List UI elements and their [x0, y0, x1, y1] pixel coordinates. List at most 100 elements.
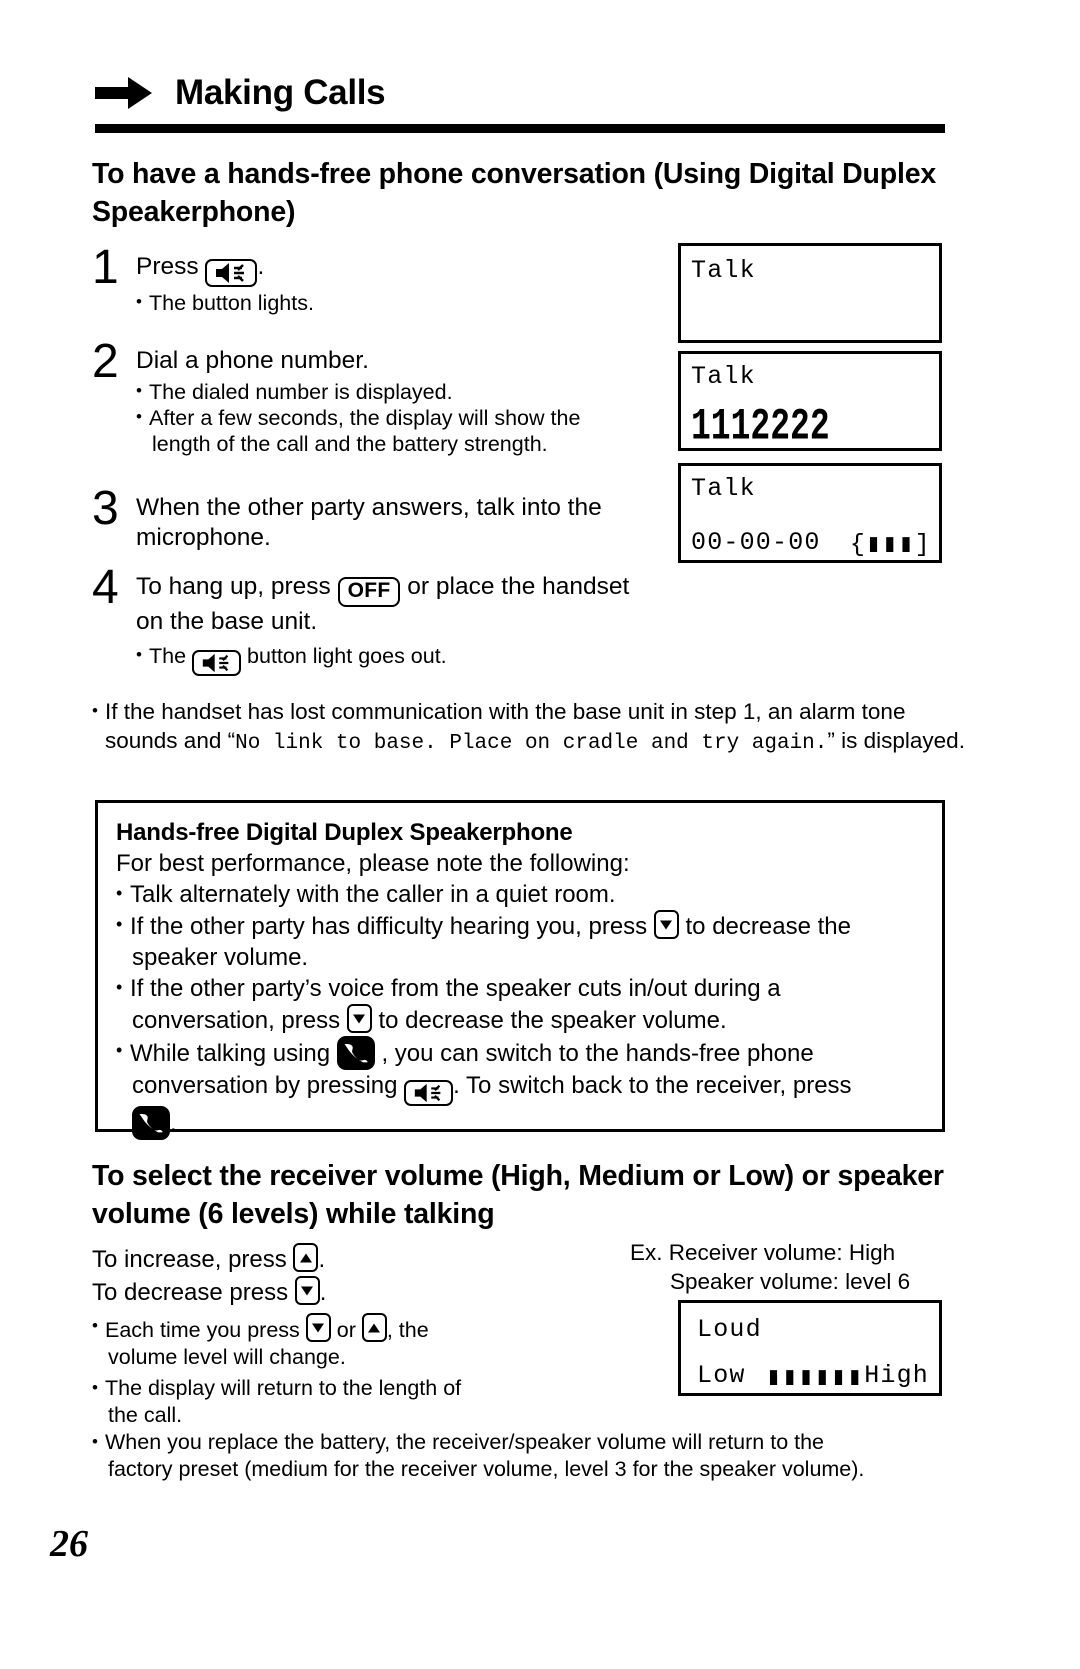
tipbox-bullet-2-cont: speaker volume.	[132, 944, 309, 971]
speakerphone-icon[interactable]	[404, 1079, 454, 1106]
speakerphone-icon[interactable]	[205, 258, 258, 287]
step-3-text-line2: microphone.	[136, 524, 271, 551]
bottom-note-1-line2: factory preset (medium for the receiver …	[108, 1457, 865, 1481]
step-4-bullet-before: The	[149, 644, 187, 668]
step-2-bullet-1: The dialed number is displayed.	[136, 378, 672, 405]
step-4-bullet-after: button light goes out.	[247, 644, 447, 668]
lcd-step3-battery-indicator: {▮▮▮]	[849, 530, 931, 559]
example-label-line1: Ex. Receiver volume: High	[630, 1240, 896, 1265]
volume-decrease-line: To decrease press .	[92, 1276, 632, 1309]
tipbox-bullet-4-line3: .	[130, 1105, 924, 1140]
down-arrow-key[interactable]	[305, 1313, 331, 1342]
step-3-text-line1: When the other party answers, talk into …	[136, 494, 602, 521]
step-1-bullet: The button lights.	[136, 289, 652, 316]
example-label: Ex. Receiver volume: High Speaker volume…	[630, 1238, 950, 1296]
step-4-text-line2: on the base unit.	[136, 608, 318, 635]
volume-instructions: To increase, press . To decrease press .…	[92, 1243, 632, 1429]
page-header: Making Calls	[95, 58, 945, 128]
tipbox-bullet-2: If the other party has difficulty hearin…	[116, 909, 924, 973]
step-1-text-after: .	[257, 253, 265, 280]
lcd-step2: Talk 1112222	[678, 351, 942, 452]
speakerphone-icon[interactable]	[192, 650, 242, 677]
lost-communication-note: If the handset has lost communication wi…	[92, 696, 965, 758]
lcd-step3: Talk 00-00-00 {▮▮▮]	[678, 463, 942, 563]
tipbox-bullet-4-line2: conversation by pressing . To switch bac…	[130, 1070, 924, 1106]
step-2-number: 2	[92, 335, 119, 388]
step-4-number: 4	[92, 561, 119, 614]
tipbox-bullet-2-after: to decrease the	[685, 913, 851, 940]
tipbox-bullet-3-cont-before: conversation, press	[132, 1007, 341, 1034]
volume-bullet-2: The display will return to the length of…	[92, 1374, 632, 1429]
talk-handset-icon[interactable]	[336, 1036, 375, 1070]
step-4-text-before: To hang up, press	[136, 573, 331, 600]
volume-decrease-after: .	[319, 1279, 327, 1306]
tipbox-bullet-4-cont2-after: .	[170, 1109, 177, 1137]
example-label-line2: Speaker volume: level 6	[670, 1269, 911, 1294]
volume-bullet-1-mid: or	[336, 1318, 356, 1342]
step-2-bullet-2: After a few seconds, the display will sh…	[136, 404, 672, 457]
volume-decrease-before: To decrease press	[92, 1279, 289, 1306]
note-part2: ” is displayed.	[827, 728, 965, 753]
page-number: 26	[50, 1523, 88, 1565]
down-arrow-key[interactable]	[294, 1276, 320, 1305]
off-button-key[interactable]: OFF	[337, 577, 401, 607]
bottom-note-1: When you replace the battery, the receiv…	[92, 1428, 952, 1483]
bottom-notes: When you replace the battery, the receiv…	[92, 1425, 952, 1483]
lcd-step3-call-timer: 00-00-00	[691, 528, 821, 557]
step-3-number: 3	[92, 482, 119, 535]
volume-bullet-2-line1: The display will return to the length of	[105, 1376, 462, 1400]
tipbox-bullet-4-before: While talking using	[130, 1040, 331, 1067]
lcd-step2-number: 1112222	[691, 402, 830, 452]
lcd-volume-bars: ▮▮▮▮▮▮	[766, 1363, 864, 1392]
up-arrow-key[interactable]	[293, 1243, 319, 1272]
volume-bullet-1-cont: volume level will change.	[108, 1345, 346, 1369]
note-display-message: No link to base. Place on cradle and try…	[235, 732, 828, 755]
step-2-bullet-2-line1: After a few seconds, the display will sh…	[149, 406, 581, 430]
volume-increase-before: To increase, press	[92, 1246, 287, 1273]
step-1-number: 1	[92, 241, 119, 294]
tipbox-subtitle: For best performance, please note the fo…	[116, 850, 630, 877]
tipbox-bullet-4-cont-before: conversation by pressing	[132, 1072, 398, 1099]
lcd-step1: Talk	[678, 243, 942, 343]
section-2-heading: To select the receiver volume (High, Med…	[92, 1160, 944, 1230]
step-4: 4 To hang up, press OFF or place the han…	[92, 561, 692, 677]
manual-page: Making Calls To have a hands-free phone …	[0, 0, 1080, 1669]
header-divider	[95, 124, 945, 133]
volume-bullet-1-before: Each time you press	[105, 1318, 300, 1342]
lcd-step3-line1: Talk	[691, 474, 756, 503]
page-title: Making Calls	[175, 73, 386, 112]
lcd-step1-line1: Talk	[691, 256, 756, 285]
step-1: 1 Press . The button lights.	[92, 241, 652, 316]
lcd-volume: Loud Low ▮▮▮▮▮▮ High	[678, 1300, 942, 1396]
step-4-text-line1: To hang up, press OFF or place the hands…	[136, 572, 692, 607]
bottom-note-1-line1: When you replace the battery, the receiv…	[105, 1430, 825, 1454]
volume-bullet-1: Each time you press or , the volume leve…	[92, 1312, 632, 1371]
tipbox-bullet-3: If the other party’s voice from the spea…	[116, 972, 924, 1036]
step-4-bullet: The button light goes out.	[136, 642, 692, 677]
tipbox-bullet-4: While talking using , you can switch to …	[116, 1035, 924, 1140]
lcd-volume-line1: Loud	[697, 1315, 762, 1344]
right-arrow-icon	[95, 76, 153, 110]
tipbox-bullet-3-line2: conversation, press to decrease the spea…	[130, 1004, 924, 1036]
step-2: 2 Dial a phone number. The dialed number…	[92, 335, 672, 457]
section-1-heading: To have a hands-free phone conversation …	[92, 158, 936, 228]
volume-increase-after: .	[318, 1246, 326, 1273]
tipbox-bullet-4-after: , you can switch to the hands-free phone	[381, 1040, 814, 1067]
up-arrow-key[interactable]	[361, 1313, 387, 1342]
handsfree-tips-box: Hands-free Digital Duplex Speakerphone F…	[95, 800, 945, 1140]
tipbox-bullet-3-cont-after: to decrease the speaker volume.	[378, 1007, 727, 1034]
lcd-volume-high-label: High	[864, 1361, 929, 1390]
tipbox-bullet-1: Talk alternately with the caller in a qu…	[116, 878, 924, 910]
down-arrow-key[interactable]	[346, 1004, 372, 1033]
tipbox-title: Hands-free Digital Duplex Speakerphone	[116, 819, 573, 846]
down-arrow-key[interactable]	[653, 910, 679, 939]
volume-bullet-1-after: , the	[386, 1318, 429, 1342]
talk-handset-icon[interactable]	[132, 1105, 170, 1140]
step-3: 3 When the other party answers, talk int…	[92, 482, 672, 553]
tipbox-bullet-4-cont-after: . To switch back to the receiver, press	[453, 1072, 852, 1099]
step-1-text: Press .	[136, 252, 652, 287]
tipbox-bullet-3-line1: If the other party’s voice from the spea…	[130, 975, 781, 1002]
tipbox-bullet-2-before: If the other party has difficulty hearin…	[130, 913, 648, 940]
step-4-text-mid: or place the handset	[407, 573, 630, 600]
volume-increase-line: To increase, press .	[92, 1243, 632, 1276]
